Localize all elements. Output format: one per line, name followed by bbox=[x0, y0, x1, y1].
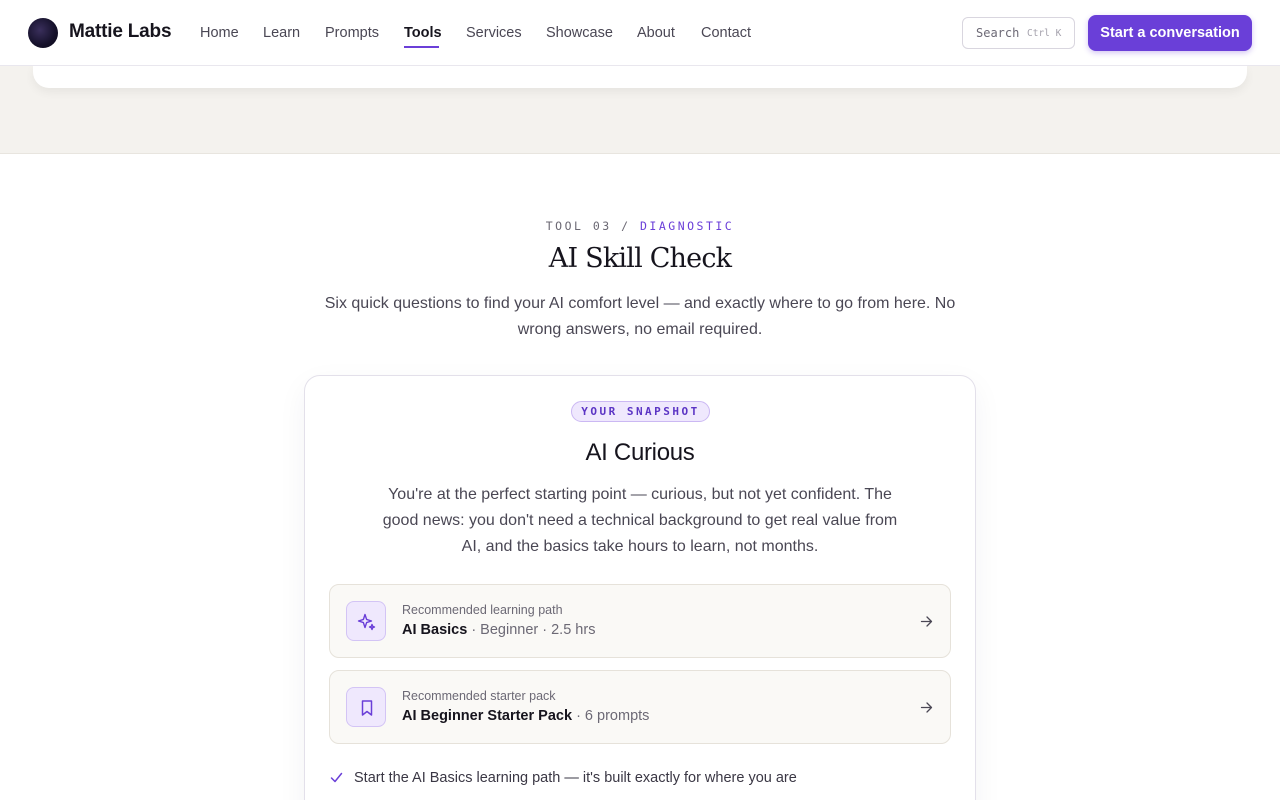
rec-line: AI Basics · Beginner · 2.5 hrs bbox=[402, 622, 595, 638]
sparkle-icon bbox=[346, 601, 386, 641]
next-step-text: Start the AI Basics learning path — it's… bbox=[354, 770, 797, 786]
nav-services[interactable]: Services bbox=[466, 25, 522, 41]
search-label: Search bbox=[976, 26, 1020, 40]
start-conversation-button[interactable]: Start a conversation bbox=[1088, 15, 1252, 51]
nav-contact[interactable]: Contact bbox=[701, 25, 751, 41]
arrow-right-icon bbox=[920, 616, 933, 627]
rec-line: AI Beginner Starter Pack · 6 prompts bbox=[402, 708, 649, 724]
section-title: AI Skill Check bbox=[548, 243, 732, 274]
section-eyebrow: TOOL 03 / DIAGNOSTIC bbox=[0, 219, 1280, 233]
result-title: AI Curious bbox=[585, 439, 695, 466]
previous-card-bottom bbox=[33, 66, 1247, 88]
eyebrow-prefix: TOOL 03 / bbox=[545, 219, 631, 233]
nav-showcase[interactable]: Showcase bbox=[546, 25, 613, 41]
logo-icon[interactable] bbox=[28, 18, 58, 48]
check-icon bbox=[330, 772, 343, 783]
bookmark-icon bbox=[346, 687, 386, 727]
search-shortcut: Ctrl K bbox=[1027, 28, 1062, 39]
section-subtitle: Six quick questions to find your AI comf… bbox=[324, 295, 956, 338]
nav-about[interactable]: About bbox=[637, 25, 675, 41]
nav-active-indicator bbox=[404, 46, 439, 48]
recommended-learning-path-card[interactable]: Recommended learning path AI Basics · Be… bbox=[329, 584, 951, 658]
rec-name: AI Basics bbox=[402, 622, 468, 638]
arrow-right-icon bbox=[920, 702, 933, 713]
result-description: You're at the perfect starting point — c… bbox=[382, 486, 898, 555]
rec-name: AI Beginner Starter Pack bbox=[402, 708, 573, 724]
recommended-starter-pack-card[interactable]: Recommended starter pack AI Beginner Sta… bbox=[329, 670, 951, 744]
brand-name[interactable]: Mattie Labs bbox=[69, 21, 172, 43]
nav-learn[interactable]: Learn bbox=[263, 25, 300, 41]
search-button[interactable]: Search Ctrl K bbox=[962, 17, 1075, 49]
rec-label: Recommended starter pack bbox=[402, 689, 556, 703]
rec-meta: · Beginner · 2.5 hrs bbox=[471, 622, 596, 638]
nav-tools[interactable]: Tools bbox=[404, 25, 442, 41]
rec-label: Recommended learning path bbox=[402, 603, 563, 617]
rec-meta: · 6 prompts bbox=[576, 708, 650, 724]
snapshot-badge: YOUR SNAPSHOT bbox=[571, 401, 710, 422]
nav-home[interactable]: Home bbox=[200, 25, 239, 41]
site-header: Mattie Labs Home Learn Prompts Tools Ser… bbox=[0, 0, 1280, 66]
nav-prompts[interactable]: Prompts bbox=[325, 25, 379, 41]
eyebrow-accent: DIAGNOSTIC bbox=[640, 219, 735, 233]
